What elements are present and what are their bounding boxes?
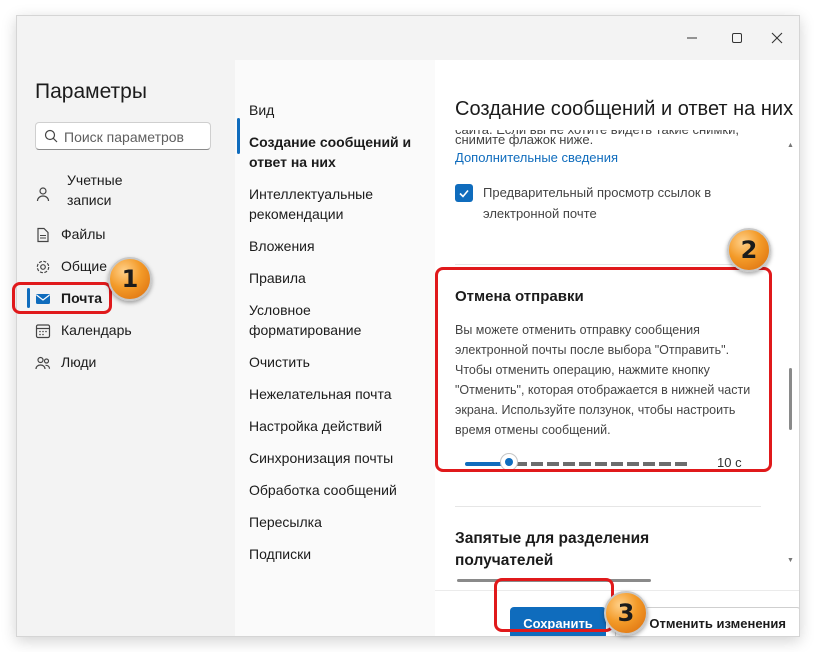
nav-view[interactable]: Вид [249, 100, 419, 120]
nav-sync-email[interactable]: Синхронизация почты [249, 448, 419, 468]
more-info-link[interactable]: Дополнительные сведения [455, 150, 618, 165]
search-placeholder: Поиск параметров [64, 129, 184, 145]
sidebar-item-label: Общие [61, 258, 108, 274]
sidebar-item-label: Календарь [61, 322, 132, 338]
nav-compose-reply[interactable]: Создание сообщений и ответ на них [249, 132, 419, 172]
person-icon [36, 187, 50, 202]
divider [455, 506, 761, 507]
link-preview-checkbox[interactable] [455, 184, 473, 202]
scroll-down-icon[interactable]: ▼ [787, 557, 794, 564]
sidebar-item-label: Файлы [61, 226, 106, 242]
file-icon [37, 227, 49, 243]
page-title: Создание сообщений и ответ на них [455, 98, 794, 120]
step-badge-1: 1 [108, 257, 152, 301]
calendar-icon [35, 324, 51, 339]
search-input[interactable]: Поиск параметров [35, 122, 211, 150]
sidebar-item-label: Учетные записи [67, 172, 123, 208]
selection-indicator [237, 118, 240, 154]
nav-message-handling[interactable]: Обработка сообщений [249, 480, 419, 500]
mail-settings-nav: Вид Создание сообщений и ответ на них Ин… [235, 60, 435, 636]
checkmark-icon [459, 189, 469, 198]
title-bar [17, 16, 799, 60]
close-icon [771, 32, 783, 44]
minimize-button[interactable] [677, 26, 707, 50]
link-preview-label: Предварительный просмотр ссылок в электр… [483, 185, 712, 221]
maximize-button[interactable] [722, 26, 752, 50]
maximize-icon [732, 33, 742, 43]
settings-title: Параметры [35, 80, 147, 103]
highlight-undo-send [435, 267, 772, 472]
nav-attachments[interactable]: Вложения [249, 236, 419, 256]
step-badge-2: 2 [727, 228, 771, 272]
divider [455, 264, 761, 265]
nav-forwarding[interactable]: Пересылка [249, 512, 419, 532]
highlight-mail [12, 282, 112, 314]
sidebar-item-accounts[interactable]: Учетные записи [35, 172, 147, 210]
sidebar-item-files[interactable]: Файлы [35, 226, 105, 243]
nav-customize-actions[interactable]: Настройка действий [249, 416, 419, 436]
nav-subscriptions[interactable]: Подписки [249, 544, 419, 564]
nav-conditional-formatting[interactable]: Условное форматирование [249, 300, 419, 340]
people-icon [35, 356, 51, 370]
step-badge-3: 3 [604, 591, 648, 635]
minimize-icon [687, 37, 697, 39]
sidebar-item-label: Люди [61, 354, 97, 370]
nav-sweep[interactable]: Очистить [249, 352, 419, 372]
sidebar-item-general[interactable]: Общие [35, 258, 107, 275]
nav-smart-suggestions[interactable]: Интеллектуальные рекомендации [249, 184, 419, 224]
sidebar-item-calendar[interactable]: Календарь [35, 322, 132, 339]
highlight-save [494, 578, 614, 632]
nav-rules[interactable]: Правила [249, 268, 419, 288]
vertical-scrollbar[interactable] [789, 368, 792, 430]
sidebar-item-people[interactable]: Люди [35, 354, 96, 371]
close-button[interactable] [762, 26, 792, 50]
search-icon [44, 129, 58, 143]
truncated-text-2: снимите флажок ниже. [455, 132, 594, 147]
nav-junk-email[interactable]: Нежелательная почта [249, 384, 419, 404]
next-section-title: Запятые для разделения получателей [455, 530, 650, 569]
gear-icon [36, 260, 50, 274]
scroll-up-icon[interactable]: ▲ [787, 142, 794, 149]
